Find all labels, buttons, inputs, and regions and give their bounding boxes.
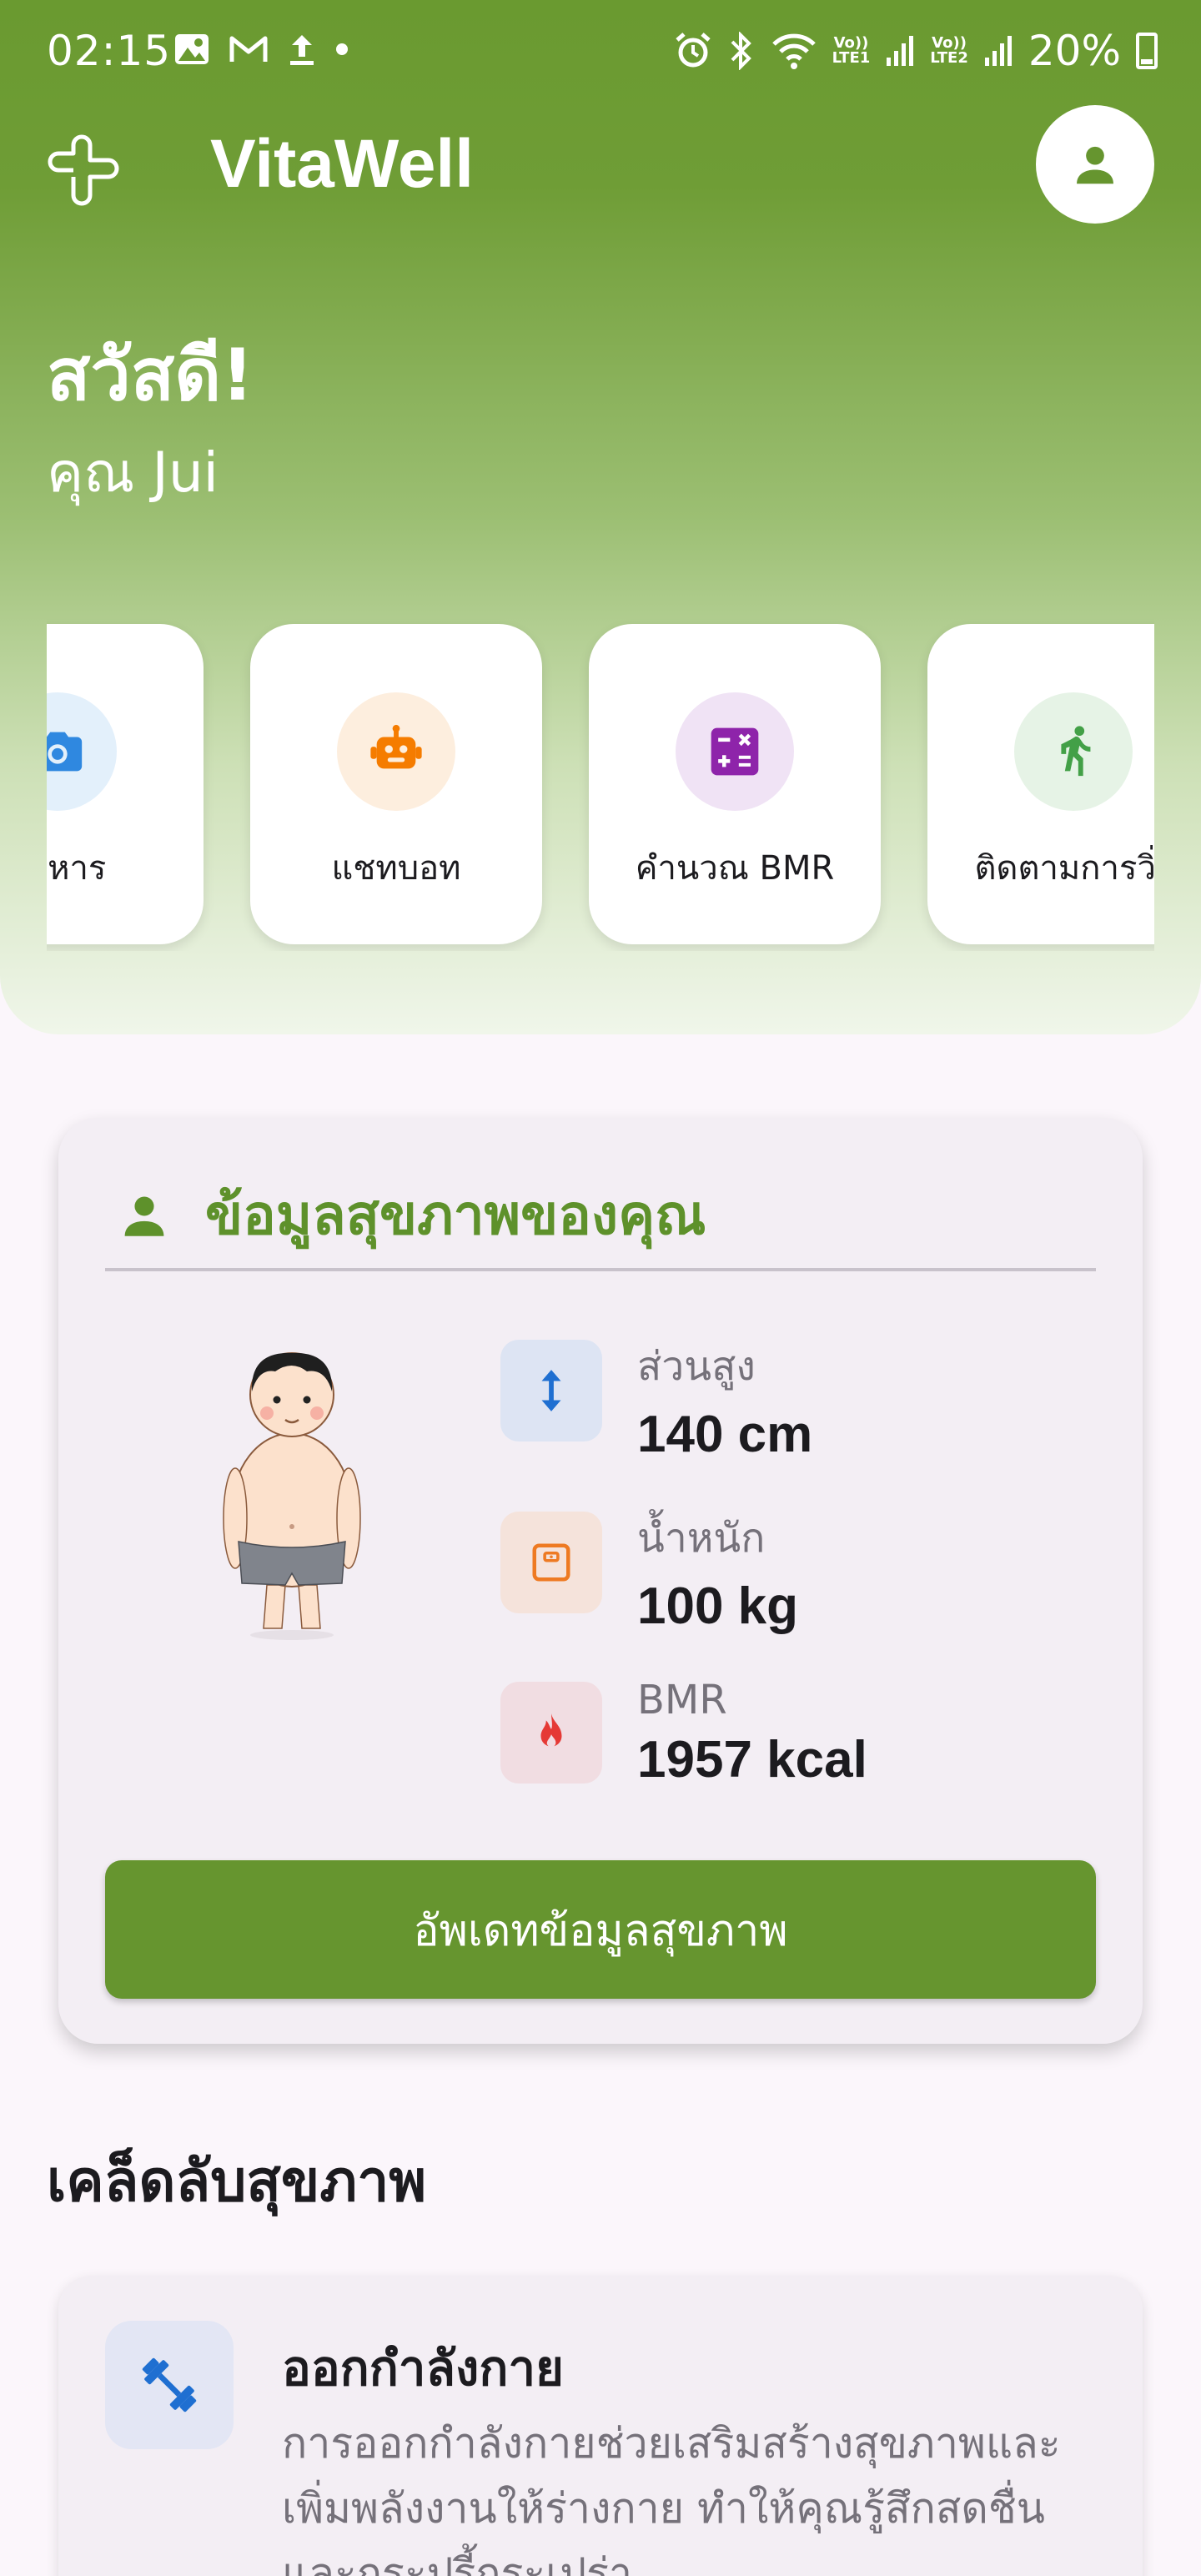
scale-icon [532,1543,570,1582]
quick-action-icon-bg [47,692,117,811]
alarm-icon [676,33,711,68]
greeting-title: สวัสดี! [47,334,254,417]
tip-card-exercise[interactable]: ออกกำลังกาย การออกกำลังกายช่วยเสริมสร้าง… [58,2276,1143,2576]
stat-icon-bg [500,1682,602,1784]
stat-height: ส่วนสูง 140 cm [500,1335,812,1464]
wifi-icon [771,33,816,69]
dumbbell-icon [142,2357,197,2412]
height-label: ส่วนสูง [637,1343,756,1390]
status-bar: 02:15 Vo)) LTE1 Vo)) LTE2 20% [0,0,1201,108]
greeting-username: คุณ Jui [47,440,219,505]
plus-leaf-icon[interactable] [47,133,120,207]
quick-action-food[interactable]: อาหาร [47,624,204,944]
health-card-title: ข้อมูลสุขภาพของคุณ [205,1183,706,1247]
dot-icon [336,43,348,55]
profile-button[interactable] [1036,105,1154,224]
app-title: VitaWell [210,126,474,202]
bmr-label: BMR [637,1677,727,1723]
quick-action-icon-bg [1014,692,1133,811]
bluetooth-icon [731,32,751,70]
person-icon [1077,146,1113,184]
status-time: 02:15 [47,27,172,75]
sim1-tag: Vo)) LTE1 [832,34,871,67]
quick-action-chatbot[interactable]: แชทบอท [250,624,542,944]
running-icon [1061,726,1091,777]
tip-icon-bg [105,2321,234,2449]
robot-icon [370,724,422,769]
tip-title: ออกกำลังกาย [282,2340,565,2397]
quick-action-bmr[interactable]: คำนวณ BMR [589,624,881,944]
bmr-value: 1957 kcal [637,1731,867,1789]
height-value: 140 cm [637,1406,813,1463]
signal-sim1-icon [887,36,914,66]
stat-weight: น้ำหนัก 100 kg [500,1507,798,1636]
quick-actions-track: อาหาร แชทบอท คำนวณ BMR ติดตามการวิ่ง [47,624,1154,944]
health-card-header: ข้อมูลสุขภาพของคุณ [117,1171,706,1259]
signal-sim2-icon [984,36,1012,66]
body-avatar-illustration [223,1352,361,1640]
quick-action-running[interactable]: ติดตามการวิ่ง [927,624,1154,944]
quick-action-label: แชทบอท [331,849,461,888]
divider [105,1268,1096,1271]
quick-action-label: ติดตามการวิ่ง [974,849,1154,888]
tips-section-title: เคล็ดลับสุขภาพ [47,2149,427,2215]
tip-body: การออกกำลังกายช่วยเสริมสร้างสุขภาพและเพิ… [282,2419,1061,2576]
camera-icon [47,732,83,772]
system-icons: Vo)) LTE1 Vo)) LTE2 20% [674,27,1158,75]
notification-icons [173,32,349,67]
person-icon [124,1195,164,1236]
height-arrows-icon [541,1370,561,1411]
quick-action-label: อาหาร [47,849,107,888]
app-screen: 02:15 Vo)) LTE1 Vo)) LTE2 20% VitaWell ส… [0,0,1201,2576]
quick-actions-carousel[interactable]: อาหาร แชทบอท คำนวณ BMR ติดตามการวิ่ง [47,617,1154,951]
battery-icon [1136,33,1158,69]
quick-action-label: คำนวณ BMR [635,849,835,888]
stat-icon-bg [500,1340,602,1441]
health-info-card: ข้อมูลสุขภาพของคุณ ส่วนสูง 140 cm น้ำหนั… [58,1118,1143,2044]
battery-percent: 20% [1028,27,1121,75]
image-icon [175,34,209,64]
stat-icon-bg [500,1512,602,1613]
stat-bmr: BMR 1957 kcal [500,1677,867,1789]
upload-icon [290,35,314,65]
quick-action-icon-bg [337,692,455,811]
calculator-icon [711,727,759,776]
weight-label: น้ำหนัก [637,1515,766,1562]
fire-icon [540,1713,562,1748]
quick-action-icon-bg [676,692,794,811]
update-health-button[interactable]: อัพเดทข้อมูลสุขภาพ [105,1860,1096,1999]
sim2-tag: Vo)) LTE2 [930,34,968,67]
gmail-icon [229,36,268,62]
weight-value: 100 kg [637,1577,799,1635]
